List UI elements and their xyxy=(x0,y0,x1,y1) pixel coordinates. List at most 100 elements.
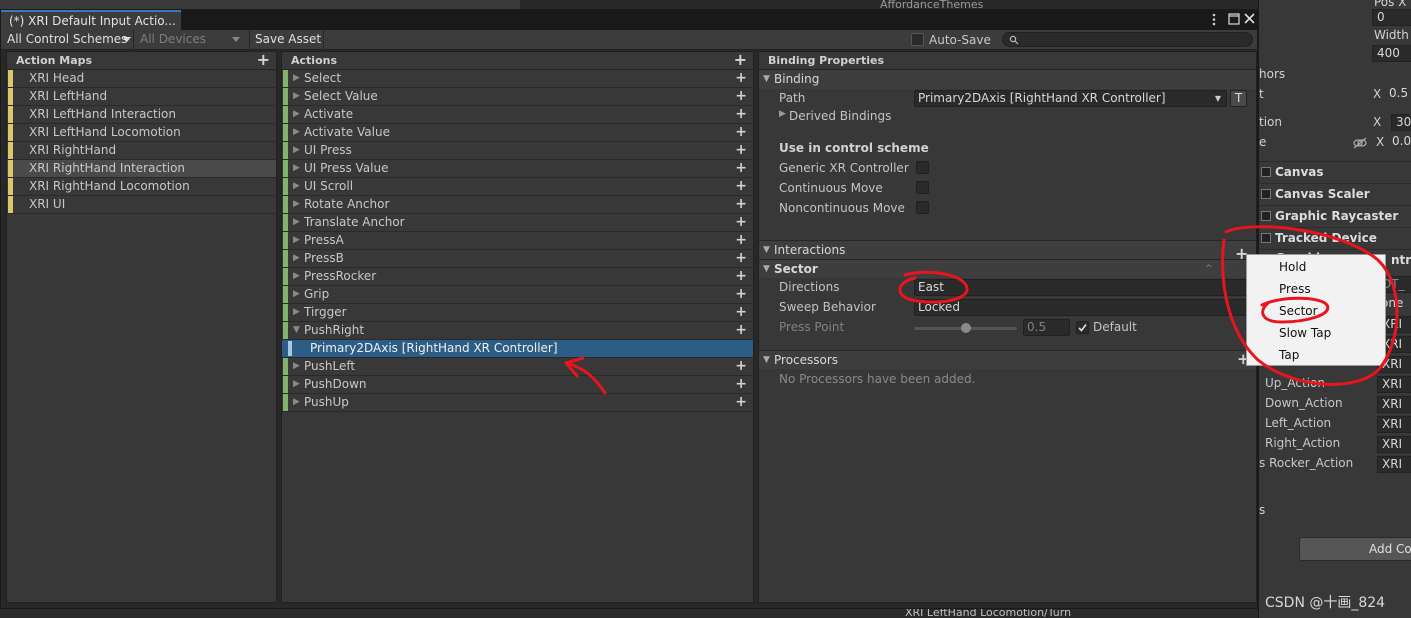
collapsed-triangle-icon[interactable]: ▶ xyxy=(293,88,300,105)
component-enabled-checkbox[interactable] xyxy=(1261,233,1271,243)
action-item[interactable]: ▶ Grip + xyxy=(282,286,753,304)
event-ref-field[interactable]: XRI xyxy=(1377,436,1411,453)
action-map-item[interactable]: XRI LeftHand Locomotion xyxy=(7,124,276,142)
add-binding-icon[interactable]: + xyxy=(735,376,747,393)
menu-item-press[interactable]: Press xyxy=(1279,282,1311,296)
expanded-triangle-icon[interactable]: ▼ xyxy=(293,322,300,339)
event-ref-field[interactable]: XRI xyxy=(1377,416,1411,433)
collapsed-triangle-icon[interactable]: ▶ xyxy=(293,124,300,141)
add-binding-icon[interactable]: + xyxy=(735,214,747,231)
constrain-link-icon[interactable] xyxy=(1353,137,1367,149)
action-map-item[interactable]: XRI RightHand xyxy=(7,142,276,160)
devices-dropdown[interactable]: All Devices xyxy=(134,30,249,49)
add-binding-icon[interactable]: + xyxy=(735,268,747,285)
action-item[interactable]: ▶ UI Press Value + xyxy=(282,160,753,178)
component-tracked-device-graphic[interactable]: Tracked Device Graphic xyxy=(1259,227,1411,265)
collapsed-triangle-icon[interactable]: ▶ xyxy=(293,70,300,87)
menu-item-tap[interactable]: Tap xyxy=(1279,348,1299,362)
add-binding-icon[interactable]: + xyxy=(735,232,747,249)
action-item[interactable]: ▶ UI Press + xyxy=(282,142,753,160)
action-item[interactable]: ▶ PushUp + xyxy=(282,394,753,412)
action-map-item[interactable]: XRI LeftHand xyxy=(7,88,276,106)
path-dropdown[interactable]: Primary2DAxis [RightHand XR Controller] … xyxy=(914,90,1227,107)
action-item[interactable]: ▶ PushLeft + xyxy=(282,358,753,376)
width-field[interactable]: 400 xyxy=(1372,45,1411,62)
collapsed-triangle-icon[interactable]: ▶ xyxy=(293,394,300,411)
collapsed-triangle-icon[interactable]: ▶ xyxy=(293,250,300,267)
collapsed-triangle-icon[interactable]: ▶ xyxy=(293,268,300,285)
action-item[interactable]: ▶ Activate Value + xyxy=(282,124,753,142)
add-binding-icon[interactable]: + xyxy=(735,250,747,267)
action-map-item[interactable]: XRI LeftHand Interaction xyxy=(7,106,276,124)
event-ref-field[interactable]: XRI xyxy=(1377,396,1411,413)
derived-bindings-foldout[interactable]: Derived Bindings xyxy=(789,109,891,123)
interactions-section-header[interactable]: ▼ Interactions xyxy=(759,240,1256,259)
search-input[interactable] xyxy=(1002,32,1253,47)
binding-item-selected[interactable]: Primary2DAxis [RightHand XR Controller] xyxy=(282,340,753,358)
move-up-icon[interactable]: ^ xyxy=(1205,260,1213,278)
add-binding-icon[interactable]: + xyxy=(735,142,747,159)
anchor-min-x-field[interactable]: 0.5 xyxy=(1385,86,1411,103)
kebab-menu-icon[interactable] xyxy=(1211,13,1217,26)
action-item[interactable]: ▶ Tirgger + xyxy=(282,304,753,322)
binding-section-header[interactable]: ▼ Binding xyxy=(759,70,1256,89)
processors-section-header[interactable]: ▼ Processors + xyxy=(759,350,1256,369)
add-binding-icon[interactable]: + xyxy=(735,358,747,375)
press-point-slider-handle[interactable] xyxy=(960,323,971,333)
add-binding-icon[interactable]: + xyxy=(735,286,747,303)
action-item[interactable]: ▶ Select + xyxy=(282,70,753,88)
collapsed-triangle-icon[interactable]: ▶ xyxy=(293,304,300,321)
action-item[interactable]: ▶ PressB + xyxy=(282,250,753,268)
collapsed-triangle-icon[interactable]: ▶ xyxy=(293,286,300,303)
sector-interaction-header[interactable]: ▼ Sector ^ xyxy=(759,259,1256,278)
add-binding-icon[interactable]: + xyxy=(735,322,747,339)
collapsed-triangle-icon[interactable]: ▶ xyxy=(293,214,300,231)
action-item[interactable]: ▶ Activate + xyxy=(282,106,753,124)
collapsed-triangle-icon[interactable]: ▶ xyxy=(293,196,300,213)
add-binding-icon[interactable]: + xyxy=(735,70,747,87)
action-item[interactable]: ▶ PressRocker + xyxy=(282,268,753,286)
add-binding-icon[interactable]: + xyxy=(735,124,747,141)
action-map-item[interactable]: XRI RightHand Interaction xyxy=(7,160,276,178)
add-action-icon[interactable]: + xyxy=(734,52,747,69)
component-canvas[interactable]: Canvas xyxy=(1259,161,1411,181)
action-map-item[interactable]: XRI RightHand Locomotion xyxy=(7,178,276,196)
add-binding-icon[interactable]: + xyxy=(735,304,747,321)
action-map-item[interactable]: XRI Head xyxy=(7,70,276,88)
control-schemes-dropdown[interactable]: All Control Schemes xyxy=(1,30,133,49)
menu-item-slow-tap[interactable]: Slow Tap xyxy=(1279,326,1331,340)
scheme-continuous-move-checkbox[interactable] xyxy=(916,181,929,194)
collapsed-triangle-icon[interactable]: ▶ xyxy=(293,178,300,195)
add-component-button[interactable]: Add Com xyxy=(1299,537,1411,561)
action-item[interactable]: ▶ PressA + xyxy=(282,232,753,250)
collapsed-triangle-icon[interactable]: ▶ xyxy=(779,109,786,119)
scheme-noncontinuous-move-checkbox[interactable] xyxy=(916,201,929,214)
event-ref-field[interactable]: XRI xyxy=(1377,456,1411,473)
add-action-map-icon[interactable]: + xyxy=(257,52,270,69)
default-checkbox[interactable] xyxy=(1076,321,1089,334)
window-tab[interactable]: (*) XRI Default Input Actio... xyxy=(1,10,181,31)
add-binding-icon[interactable]: + xyxy=(735,196,747,213)
collapsed-triangle-icon[interactable]: ▶ xyxy=(293,358,300,375)
action-item[interactable]: ▶ Select Value + xyxy=(282,88,753,106)
collapsed-triangle-icon[interactable]: ▶ xyxy=(293,106,300,123)
collapsed-triangle-icon[interactable]: ▶ xyxy=(293,376,300,393)
save-asset-button[interactable]: Save Asset xyxy=(249,30,323,49)
add-binding-icon[interactable]: + xyxy=(735,394,747,411)
action-item[interactable]: ▶ Translate Anchor + xyxy=(282,214,753,232)
collapsed-triangle-icon[interactable]: ▶ xyxy=(293,232,300,249)
scheme-generic-xr-checkbox[interactable] xyxy=(916,161,929,174)
action-item[interactable]: ▼ PushRight + xyxy=(282,322,753,340)
sweep-behavior-dropdown[interactable]: Locked xyxy=(914,299,1249,316)
scale-x-field[interactable]: 0.0 xyxy=(1388,134,1411,151)
action-map-item[interactable]: XRI UI xyxy=(7,196,276,214)
action-item[interactable]: ▶ PushDown + xyxy=(282,376,753,394)
event-ref-field[interactable]: XRI xyxy=(1377,376,1411,393)
add-binding-icon[interactable]: + xyxy=(735,106,747,123)
path-text-mode-button[interactable]: T xyxy=(1230,90,1247,107)
action-item[interactable]: ▶ UI Scroll + xyxy=(282,178,753,196)
collapsed-triangle-icon[interactable]: ▶ xyxy=(293,160,300,177)
menu-item-hold[interactable]: Hold xyxy=(1279,260,1306,274)
pos-x-field[interactable]: 0 xyxy=(1372,9,1411,26)
close-icon[interactable] xyxy=(1244,13,1255,24)
